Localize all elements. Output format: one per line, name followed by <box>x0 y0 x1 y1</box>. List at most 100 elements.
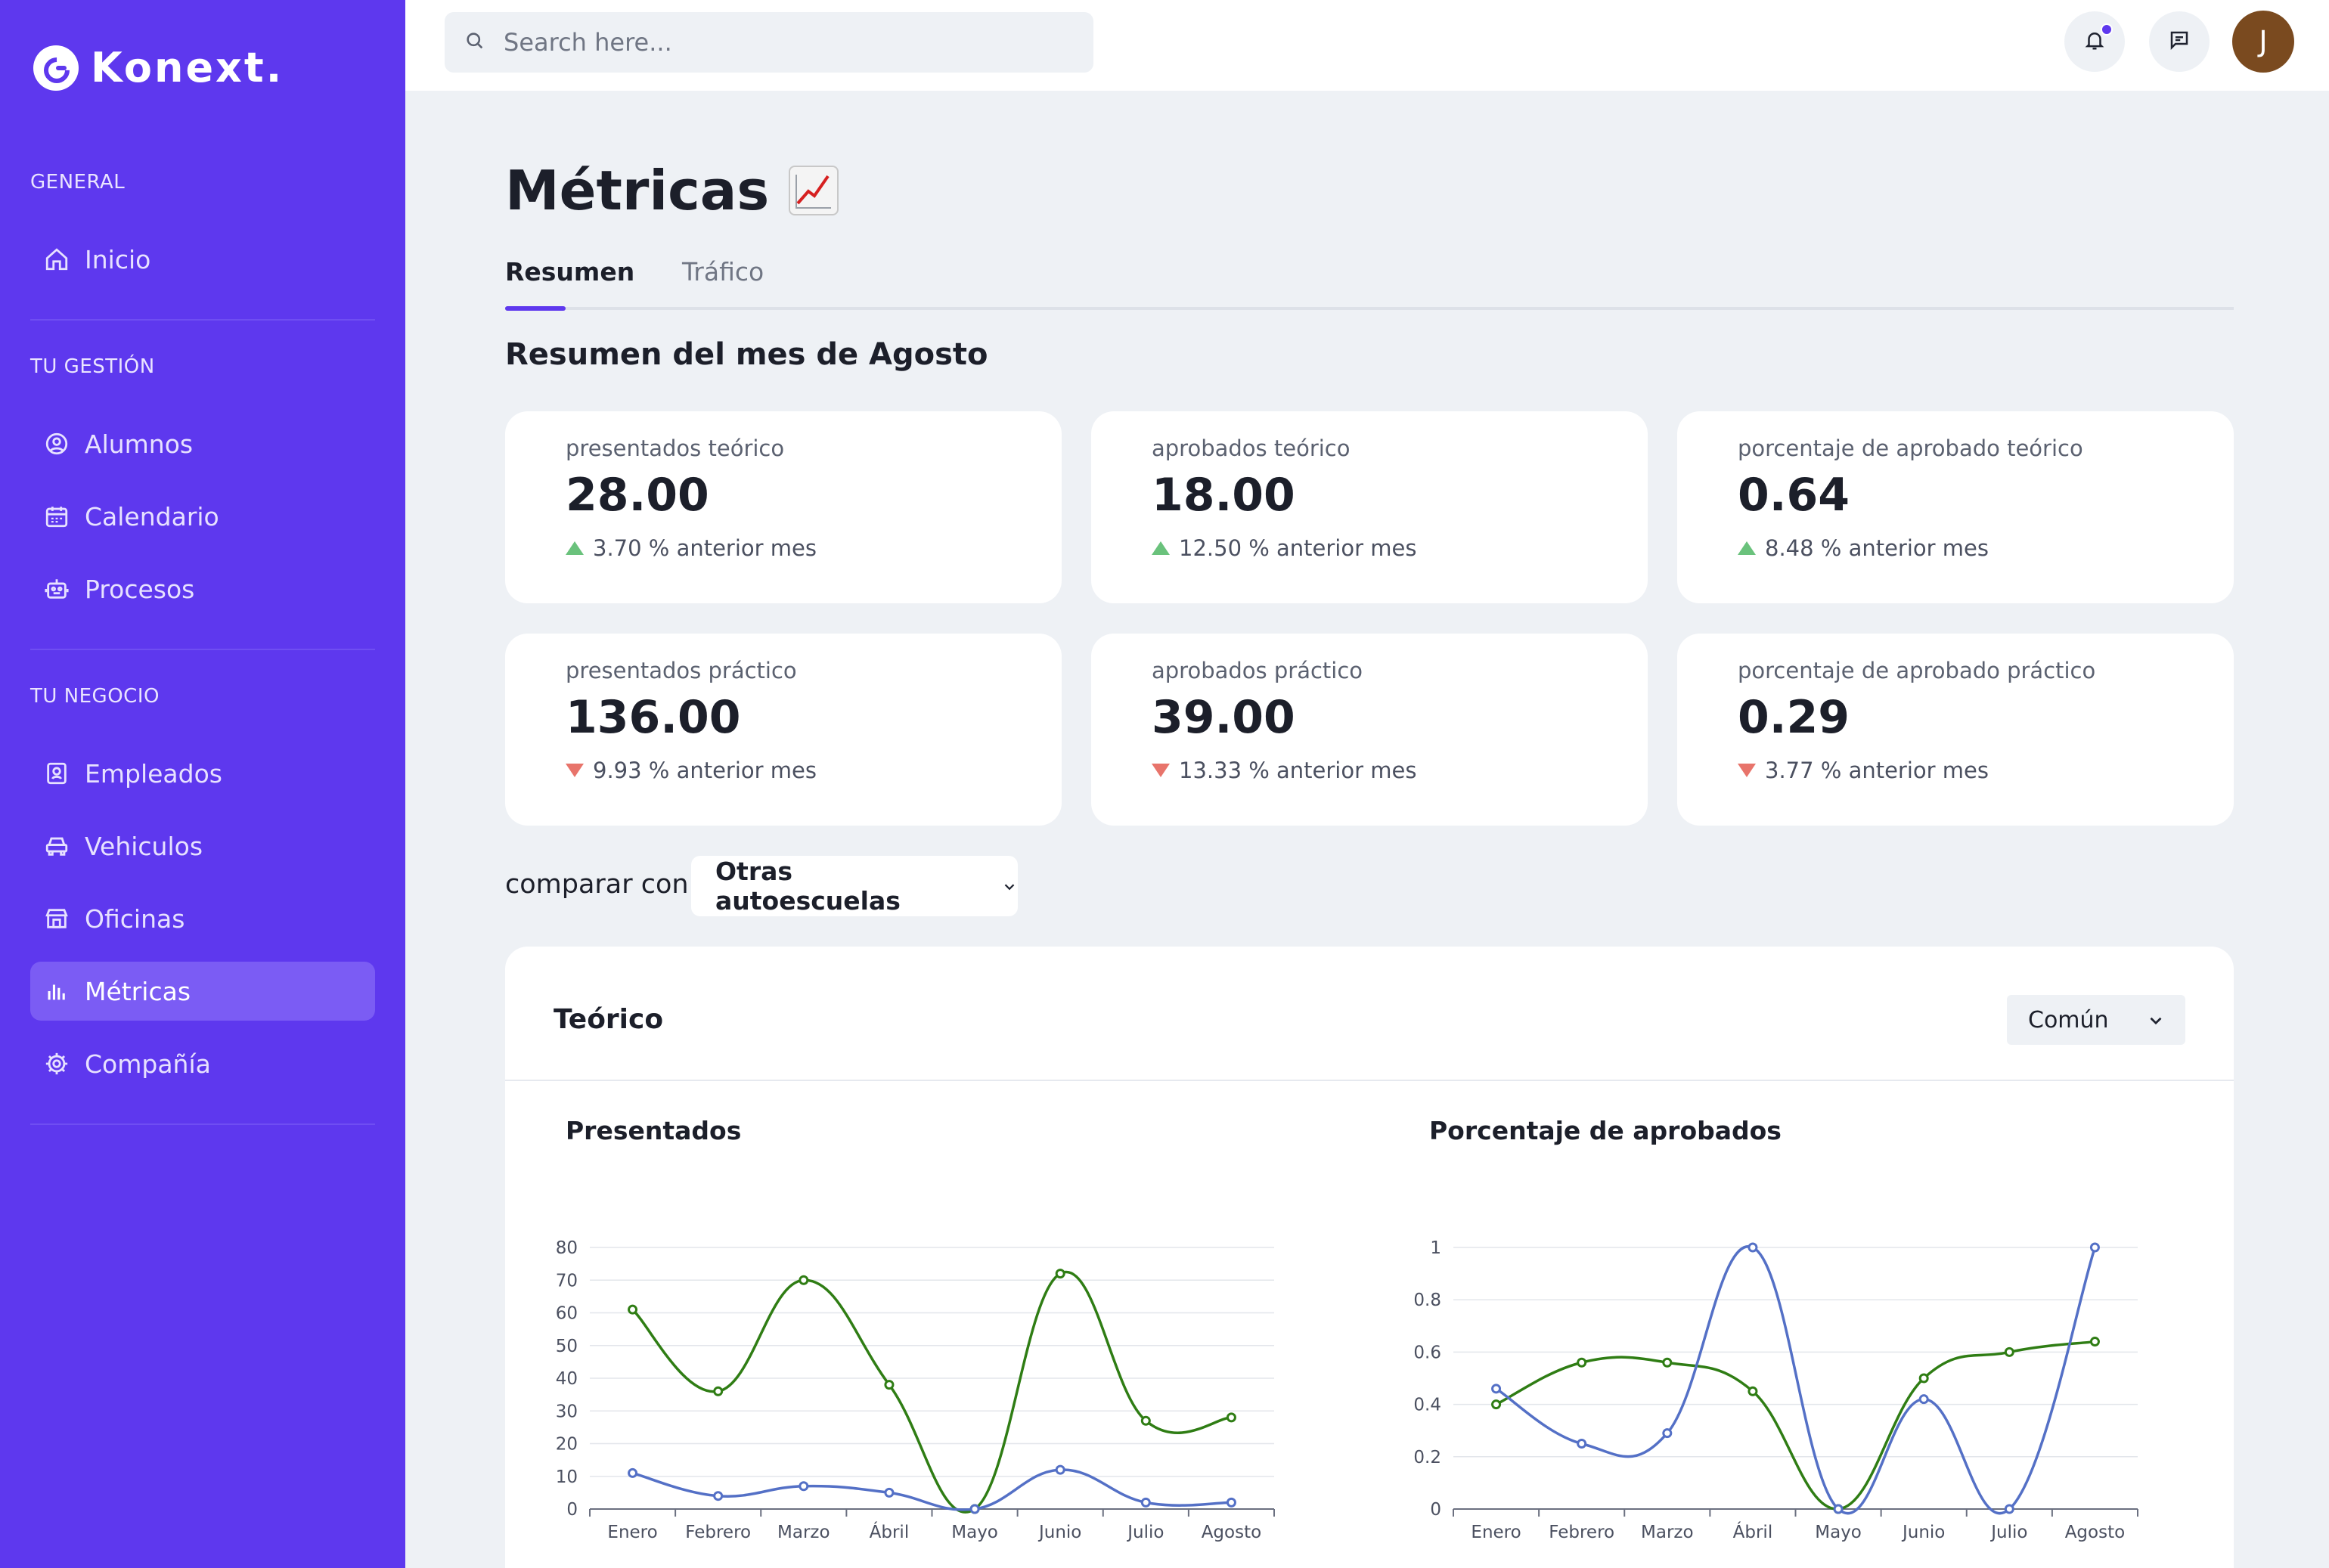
x-tick-label: Marzo <box>1641 1523 1694 1542</box>
data-point <box>969 1504 980 1514</box>
y-tick-label: 40 <box>556 1369 578 1389</box>
notifications-button[interactable] <box>2064 11 2125 72</box>
metric-label: porcentaje de aprobado práctico <box>1738 658 2096 683</box>
sidebar-item-alumnos[interactable]: Alumnos <box>30 414 375 473</box>
sidebar-item-label: Compañía <box>85 1049 211 1079</box>
section-label-gestion: TU GESTIÓN <box>30 355 155 378</box>
chevron-down-icon <box>1001 872 1018 901</box>
section-subtitle: Resumen del mes de Agosto <box>505 337 988 372</box>
data-point <box>1055 1269 1065 1279</box>
trend-up-icon <box>566 541 584 555</box>
series-line-1 <box>1495 1244 2097 1515</box>
x-tick-label: Agosto <box>2065 1523 2125 1542</box>
search-box[interactable] <box>445 12 1093 73</box>
metric-change-text: 3.77 % anterior mes <box>1765 758 1989 783</box>
panel-mode-value: Común <box>2028 1006 2109 1033</box>
messages-button[interactable] <box>2149 11 2210 72</box>
metric-value: 18.00 <box>1152 469 1295 522</box>
metric-change-text: 8.48 % anterior mes <box>1765 535 1989 561</box>
metric-card: porcentaje de aprobado práctico 0.29 3.7… <box>1677 634 2234 826</box>
sidebar-item-procesos[interactable]: Procesos <box>30 559 375 618</box>
sidebar-item-calendario[interactable]: Calendario <box>30 487 375 546</box>
y-tick-label: 20 <box>556 1435 578 1455</box>
data-point <box>2004 1504 2014 1514</box>
sidebar-divider <box>30 1123 375 1125</box>
logo[interactable]: Konext. <box>33 44 284 91</box>
y-tick-label: 60 <box>556 1304 578 1324</box>
x-tick-label: Marzo <box>777 1523 830 1542</box>
metric-value: 28.00 <box>566 469 709 522</box>
sidebar-item-oficinas[interactable]: Oficinas <box>30 889 375 948</box>
metric-card: presentados teórico 28.00 3.70 % anterio… <box>505 411 1062 603</box>
sidebar-item-empleados[interactable]: Empleados <box>30 744 375 803</box>
y-tick-label: 0.6 <box>1413 1343 1441 1362</box>
sidebar: Konext. GENERAL Inicio TU GESTIÓN Alumno… <box>0 0 405 1568</box>
metric-label: presentados práctico <box>566 658 797 683</box>
sidebar-divider <box>30 649 375 650</box>
x-tick-label: Julio <box>1126 1523 1164 1542</box>
data-point <box>799 1275 809 1285</box>
metric-change: 8.48 % anterior mes <box>1738 535 2234 561</box>
chevron-down-icon <box>2146 1010 2166 1037</box>
y-tick-label: 30 <box>556 1402 578 1421</box>
x-tick-label: Febrero <box>1549 1523 1614 1542</box>
y-tick-label: 0.8 <box>1413 1291 1441 1310</box>
x-tick-label: Febrero <box>685 1523 751 1542</box>
metric-card: presentados práctico 136.00 9.93 % anter… <box>505 634 1062 826</box>
message-icon <box>2168 29 2191 54</box>
metric-change: 3.70 % anterior mes <box>566 535 1062 561</box>
x-tick-label: Enero <box>607 1523 657 1542</box>
porcentaje-aprobados-chart: 0 0.2 0.4 0.6 0.8 1 Enero Febrero Marzo Ábril Mayo… <box>1413 1238 2138 1542</box>
data-point <box>1491 1384 1502 1394</box>
x-tick-label: Ábril <box>1733 1521 1773 1542</box>
data-point <box>1140 1415 1151 1426</box>
tab-trafico[interactable]: Tráfico <box>682 257 764 287</box>
avatar[interactable]: J <box>2232 11 2294 73</box>
y-tick-label: 0 <box>1430 1500 1441 1520</box>
sidebar-item-label: Alumnos <box>85 429 194 459</box>
sidebar-item-inicio[interactable]: Inicio <box>30 230 375 289</box>
metric-label: aprobados teórico <box>1152 435 1351 461</box>
tab-resumen[interactable]: Resumen <box>505 257 634 287</box>
data-point <box>884 1380 895 1390</box>
compare-dropdown[interactable]: Otras autoescuelas <box>691 856 1018 916</box>
panel-title: Teórico <box>554 1004 664 1035</box>
notification-dot <box>2101 23 2113 36</box>
panel-header: Teórico Común <box>505 947 2234 1081</box>
tab-label: Tráfico <box>682 257 764 287</box>
data-point <box>1140 1497 1151 1508</box>
metric-label: porcentaje de aprobado teórico <box>1738 435 2083 461</box>
data-point <box>713 1386 724 1396</box>
sidebar-item-label: Calendario <box>85 501 219 531</box>
section-label-general: GENERAL <box>30 171 126 194</box>
data-point <box>1491 1399 1502 1410</box>
trend-down-icon <box>1152 764 1170 777</box>
y-tick-label: 10 <box>556 1467 578 1487</box>
sidebar-item-label: Procesos <box>85 574 195 604</box>
sidebar-item-vehiculos[interactable]: Vehiculos <box>30 817 375 875</box>
data-point <box>1226 1497 1236 1508</box>
search-input[interactable] <box>504 28 1078 57</box>
data-point <box>884 1487 895 1498</box>
sidebar-item-metricas[interactable]: Métricas <box>30 962 375 1021</box>
logo-icon <box>33 45 79 91</box>
tabs: Resumen Tráfico <box>505 253 2234 311</box>
topbar: J <box>405 0 2329 91</box>
y-tick-label: 80 <box>556 1238 578 1258</box>
data-point <box>1662 1428 1673 1439</box>
robot-icon <box>44 576 70 602</box>
x-tick-label: Ábril <box>870 1521 910 1542</box>
sidebar-item-compania[interactable]: Compañía <box>30 1034 375 1093</box>
metric-label: presentados teórico <box>566 435 785 461</box>
active-tab-indicator <box>505 306 566 311</box>
data-point <box>1833 1504 1844 1514</box>
data-point <box>1918 1373 1929 1384</box>
data-point <box>1662 1357 1673 1368</box>
metric-card: aprobados teórico 18.00 12.50 % anterior… <box>1091 411 1648 603</box>
chart-title-presentados: Presentados <box>566 1116 742 1145</box>
trend-down-icon <box>1738 764 1756 777</box>
data-point <box>1748 1242 1758 1253</box>
y-tick-label: 0.4 <box>1413 1396 1441 1415</box>
panel-mode-dropdown[interactable]: Común <box>2007 995 2185 1045</box>
metric-value: 0.29 <box>1738 691 1850 744</box>
